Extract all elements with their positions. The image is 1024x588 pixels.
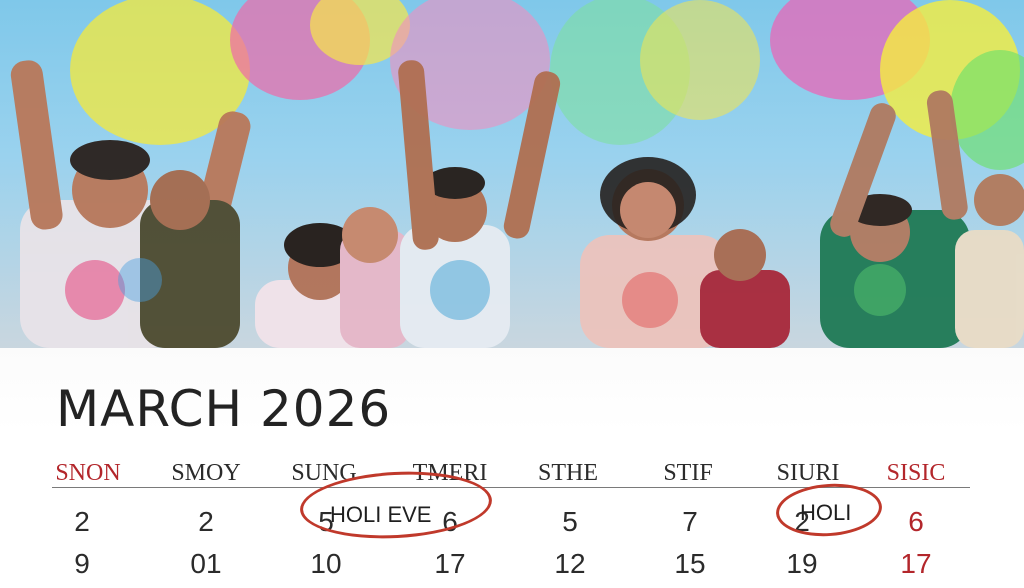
day-cell[interactable]: 19: [742, 548, 862, 580]
day-cell[interactable]: 15: [630, 548, 750, 580]
day-cell[interactable]: 2: [22, 506, 142, 538]
day-cell[interactable]: 7: [630, 506, 750, 538]
day-cell[interactable]: 12: [510, 548, 630, 580]
week-row-2: 9 01 10 17 12 15 19 17: [0, 548, 1024, 588]
weekday-2: SMOY: [171, 460, 241, 486]
calendar-title: MARCH 2026: [56, 380, 392, 438]
day-cell[interactable]: 9: [22, 548, 142, 580]
weekday-8: SISIC: [886, 460, 946, 486]
day-cell[interactable]: 01: [146, 548, 266, 580]
weekday-header-row: SNON SMOY SUNG TMERI STHE STIF SIURI SIS…: [0, 460, 1024, 490]
weekday-7: SIURI: [776, 460, 840, 486]
calendar: MARCH 2026 SNON SMOY SUNG TMERI STHE STI…: [0, 348, 1024, 579]
holi-eve-note: HOLI EVE: [330, 502, 432, 527]
weekday-1: SNON: [55, 460, 121, 486]
day-cell[interactable]: 17: [390, 548, 510, 580]
day-cell[interactable]: 2: [146, 506, 266, 538]
day-cell[interactable]: 17: [856, 548, 976, 580]
holi-celebration-image: [10, 0, 1024, 348]
weekday-5: STHE: [538, 460, 598, 486]
day-cell[interactable]: 5: [510, 506, 630, 538]
header-photo: [0, 0, 1024, 348]
weekday-6: STIF: [663, 460, 713, 486]
day-cell[interactable]: 10: [266, 548, 386, 580]
holi-note: HOLI: [800, 500, 852, 525]
